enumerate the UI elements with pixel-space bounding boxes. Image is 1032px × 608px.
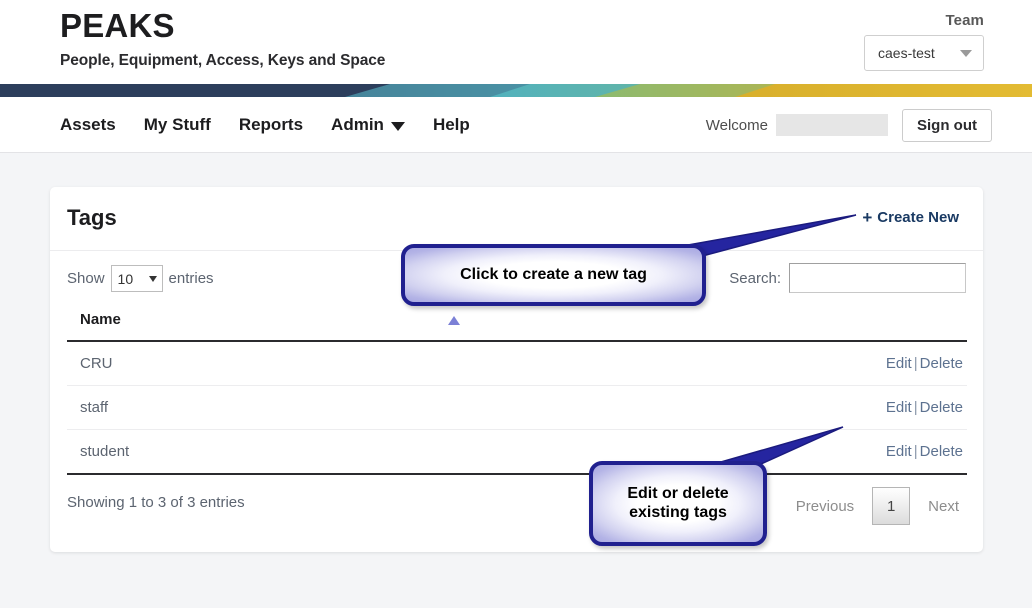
nav-item-label: Reports xyxy=(239,115,303,135)
main-navbar: Assets My Stuff Reports Admin Help Welco… xyxy=(0,97,1032,153)
nav-item-label: Help xyxy=(433,115,470,135)
column-header-label: Name xyxy=(80,311,121,328)
triangle-up-icon xyxy=(448,316,460,325)
nav-item-my-stuff[interactable]: My Stuff xyxy=(144,115,211,135)
nav-item-admin[interactable]: Admin xyxy=(331,115,405,135)
brand-title: PEAKS xyxy=(60,6,385,46)
nav-item-label: My Stuff xyxy=(144,115,211,135)
nav-item-reports[interactable]: Reports xyxy=(239,115,303,135)
cell-tag-name: staff xyxy=(67,386,425,430)
callout-edit-delete: Edit or delete existing tags xyxy=(589,461,767,546)
top-header: PEAKS People, Equipment, Access, Keys an… xyxy=(0,0,1032,84)
edit-link[interactable]: Edit xyxy=(886,355,912,372)
callout-text: Edit or delete existing tags xyxy=(627,485,728,523)
pagination: Previous 1 Next xyxy=(782,487,973,525)
brand-gradient-stripe xyxy=(0,84,1032,97)
nav-item-help[interactable]: Help xyxy=(433,115,470,135)
brand-block: PEAKS People, Equipment, Access, Keys an… xyxy=(60,6,385,70)
table-row: CRU Edit|Delete xyxy=(67,341,967,386)
cell-tag-name: CRU xyxy=(67,341,425,386)
show-label: Show xyxy=(67,270,105,287)
action-separator: | xyxy=(914,355,918,372)
delete-link[interactable]: Delete xyxy=(920,355,963,372)
edit-link[interactable]: Edit xyxy=(886,399,912,416)
page-title: Tags xyxy=(67,205,117,231)
action-separator: | xyxy=(914,443,918,460)
team-selector-block: Team caes-test xyxy=(864,12,984,71)
team-select[interactable]: caes-test xyxy=(864,35,984,71)
tags-card: Tags + Create New Show 10 entries Search… xyxy=(50,187,983,552)
table-row: student Edit|Delete xyxy=(67,430,967,475)
nav-links: Assets My Stuff Reports Admin Help xyxy=(60,97,470,153)
welcome-label: Welcome xyxy=(706,117,768,134)
create-new-button[interactable]: + Create New xyxy=(862,209,959,226)
team-label: Team xyxy=(864,12,984,29)
table-body: CRU Edit|Delete staff Edit|Delete studen… xyxy=(67,341,967,474)
column-header-name[interactable]: Name xyxy=(67,303,967,341)
pagination-previous[interactable]: Previous xyxy=(782,488,868,525)
cell-tag-name: student xyxy=(67,430,425,475)
page-length-select[interactable]: 10 xyxy=(111,265,163,292)
welcome-username-redacted xyxy=(776,114,888,136)
create-new-label: Create New xyxy=(877,209,959,226)
tags-table: Name CRU Edit|Delete staff Edit|Delete s… xyxy=(67,303,967,475)
pagination-next[interactable]: Next xyxy=(914,488,973,525)
nav-item-assets[interactable]: Assets xyxy=(60,115,116,135)
plus-icon: + xyxy=(862,209,872,226)
table-header-row: Name xyxy=(67,303,967,341)
callout-create-new: Click to create a new tag xyxy=(401,244,706,306)
search-label: Search: xyxy=(729,270,781,287)
showing-entries-info: Showing 1 to 3 of 3 entries xyxy=(67,494,245,511)
nav-item-label: Admin xyxy=(331,115,384,135)
action-separator: | xyxy=(914,399,918,416)
pagination-page-1[interactable]: 1 xyxy=(872,487,910,525)
entries-label: entries xyxy=(169,270,214,287)
search-control: Search: xyxy=(729,263,966,293)
chevron-down-icon xyxy=(149,276,157,282)
table-footer: Showing 1 to 3 of 3 entries Previous 1 N… xyxy=(50,475,983,537)
table-head: Name xyxy=(67,303,967,341)
sign-out-button[interactable]: Sign out xyxy=(902,109,992,142)
nav-item-label: Assets xyxy=(60,115,116,135)
cell-row-actions: Edit|Delete xyxy=(425,386,967,430)
edit-link[interactable]: Edit xyxy=(886,443,912,460)
page-length-value: 10 xyxy=(118,271,134,287)
page-length-control: Show 10 entries xyxy=(67,265,214,292)
card-header: Tags + Create New xyxy=(50,187,983,251)
delete-link[interactable]: Delete xyxy=(920,443,963,460)
table-row: staff Edit|Delete xyxy=(67,386,967,430)
nav-user-block: Welcome Sign out xyxy=(706,97,992,153)
callout-text: Click to create a new tag xyxy=(460,266,647,285)
brand-subtitle: People, Equipment, Access, Keys and Spac… xyxy=(60,52,385,70)
team-select-value: caes-test xyxy=(878,45,935,61)
search-input[interactable] xyxy=(789,263,966,293)
chevron-down-icon xyxy=(960,50,972,57)
chevron-down-icon xyxy=(391,122,405,131)
delete-link[interactable]: Delete xyxy=(920,399,963,416)
cell-row-actions: Edit|Delete xyxy=(425,341,967,386)
